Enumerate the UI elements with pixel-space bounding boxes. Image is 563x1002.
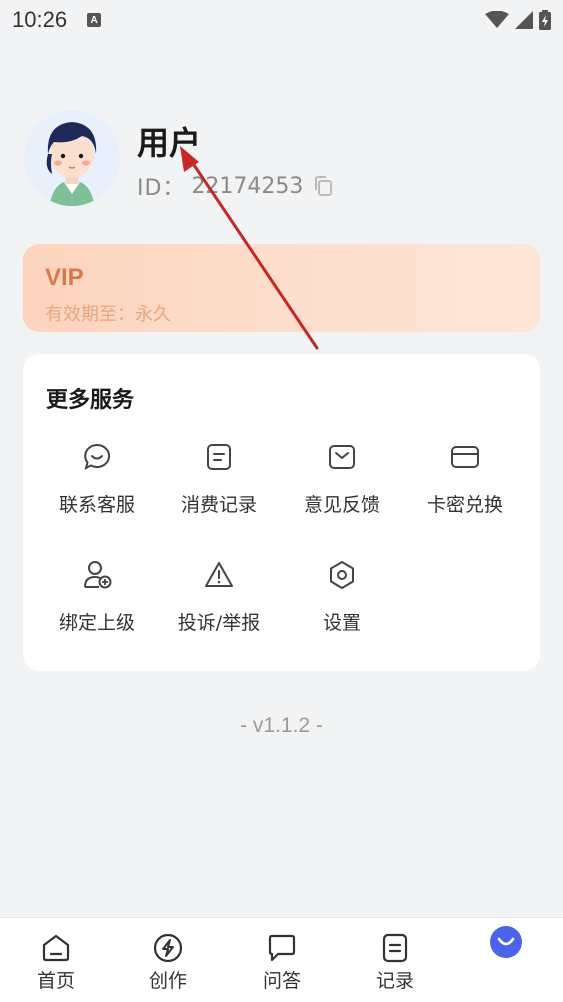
lightning-icon bbox=[153, 933, 183, 963]
notification-icon: A bbox=[87, 13, 102, 27]
nav-create[interactable]: 创作 bbox=[128, 932, 208, 993]
service-label: 意见反馈 bbox=[303, 494, 380, 516]
avatar-illustration bbox=[24, 110, 120, 206]
nav-qa[interactable]: 问答 bbox=[242, 932, 322, 993]
nav-label: 记录 bbox=[375, 970, 414, 992]
vip-expire-date: 有效期至：永久 bbox=[45, 304, 171, 325]
notification-letter: A bbox=[90, 14, 98, 26]
avatar[interactable] bbox=[24, 110, 120, 206]
vip-card[interactable]: VIP 有效期至：永久 bbox=[23, 244, 540, 332]
service-card-redeem[interactable]: 卡密兑换 bbox=[404, 442, 526, 532]
bottom-nav: 首页 创作 问答 记录 bbox=[0, 917, 563, 1002]
user-id-value: 22174253 bbox=[191, 173, 304, 199]
user-id-row: ID： 22174253 bbox=[137, 170, 333, 202]
services-title: 更多服务 bbox=[46, 388, 135, 413]
warning-icon bbox=[205, 562, 233, 587]
service-label: 联系客服 bbox=[58, 494, 135, 516]
service-feedback[interactable]: 意见反馈 bbox=[281, 442, 403, 532]
wifi-icon bbox=[485, 11, 509, 28]
card-icon bbox=[451, 446, 479, 468]
service-contact-support[interactable]: 联系客服 bbox=[36, 442, 158, 532]
battery-icon bbox=[539, 10, 551, 30]
user-id-label: ID： bbox=[137, 176, 186, 201]
chat-icon bbox=[268, 934, 296, 962]
app-version: - v1.1.2 - bbox=[240, 714, 323, 737]
profile-screen: 10:26 A 用户 ID： 22174253 VIP 有效期至：永久 更多服务… bbox=[0, 0, 563, 1002]
add-user-icon bbox=[84, 561, 112, 589]
service-spending-records[interactable]: 消费记录 bbox=[158, 442, 280, 532]
nav-records[interactable]: 记录 bbox=[355, 932, 435, 993]
username: 用户 bbox=[137, 124, 202, 162]
nav-label: 首页 bbox=[36, 970, 75, 992]
signal-icon bbox=[515, 11, 533, 29]
more-services-card: 更多服务 联系客服 消费记录 意见反馈 卡密兑换 绑定上级 投诉/举报 设置 bbox=[23, 354, 540, 671]
profile-smile-icon bbox=[497, 937, 515, 946]
service-bind-superior[interactable]: 绑定上级 bbox=[36, 560, 158, 650]
service-label: 消费记录 bbox=[180, 494, 257, 516]
nav-home[interactable]: 首页 bbox=[16, 932, 96, 993]
chat-bubble-icon bbox=[84, 443, 111, 470]
vip-title: VIP bbox=[45, 264, 84, 291]
service-label: 投诉/举报 bbox=[177, 612, 261, 634]
receipt-icon bbox=[207, 444, 231, 470]
document-icon bbox=[382, 933, 408, 963]
service-complaint-report[interactable]: 投诉/举报 bbox=[158, 560, 280, 650]
status-time: 10:26 bbox=[12, 7, 68, 32]
status-bar: 10:26 A bbox=[0, 0, 563, 40]
service-settings[interactable]: 设置 bbox=[281, 560, 403, 650]
nav-label: 问答 bbox=[262, 970, 301, 992]
nav-label: 创作 bbox=[148, 970, 187, 992]
copy-icon[interactable] bbox=[313, 175, 333, 197]
settings-hexagon-icon bbox=[330, 561, 354, 589]
service-label: 卡密兑换 bbox=[426, 494, 503, 516]
service-label: 设置 bbox=[322, 612, 361, 634]
status-icons bbox=[485, 10, 551, 30]
mail-icon bbox=[329, 445, 355, 469]
nav-profile[interactable] bbox=[490, 926, 522, 958]
home-icon bbox=[42, 934, 70, 962]
service-label: 绑定上级 bbox=[58, 612, 135, 634]
